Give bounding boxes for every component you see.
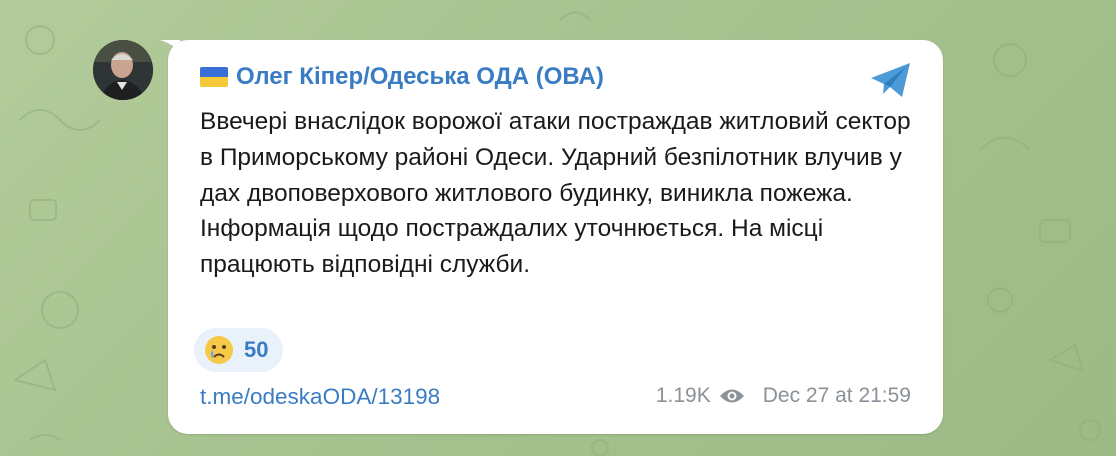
reaction-chip[interactable]: 50 bbox=[194, 328, 284, 372]
message-bubble: Олег Кіпер/Одеська ОДА (ОВА) Ввечері вна… bbox=[168, 40, 943, 434]
crying-face-emoji bbox=[205, 336, 233, 364]
view-count: 1.19K bbox=[655, 384, 711, 407]
channel-name[interactable]: Олег Кіпер/Одеська ОДА (ОВА) bbox=[200, 63, 604, 91]
paper-plane-icon bbox=[871, 63, 910, 97]
telegram-share-icon[interactable] bbox=[868, 60, 914, 100]
reaction-count: 50 bbox=[244, 337, 269, 362]
channel-name-text: Олег Кіпер/Одеська ОДА (ОВА) bbox=[236, 63, 604, 90]
message-text: Ввечері внаслідок ворожої атаки постражд… bbox=[200, 108, 911, 279]
avatar-portrait bbox=[93, 40, 153, 100]
eye-icon bbox=[719, 389, 744, 403]
channel-avatar[interactable] bbox=[93, 40, 153, 100]
ukraine-flag-icon bbox=[200, 67, 228, 87]
message-link[interactable]: t.me/odeskaODA/13198 bbox=[200, 384, 440, 410]
message-timestamp: Dec 27 at 21:59 bbox=[762, 384, 911, 407]
message-meta: 1.19K Dec 27 at 21:59 bbox=[656, 384, 911, 408]
